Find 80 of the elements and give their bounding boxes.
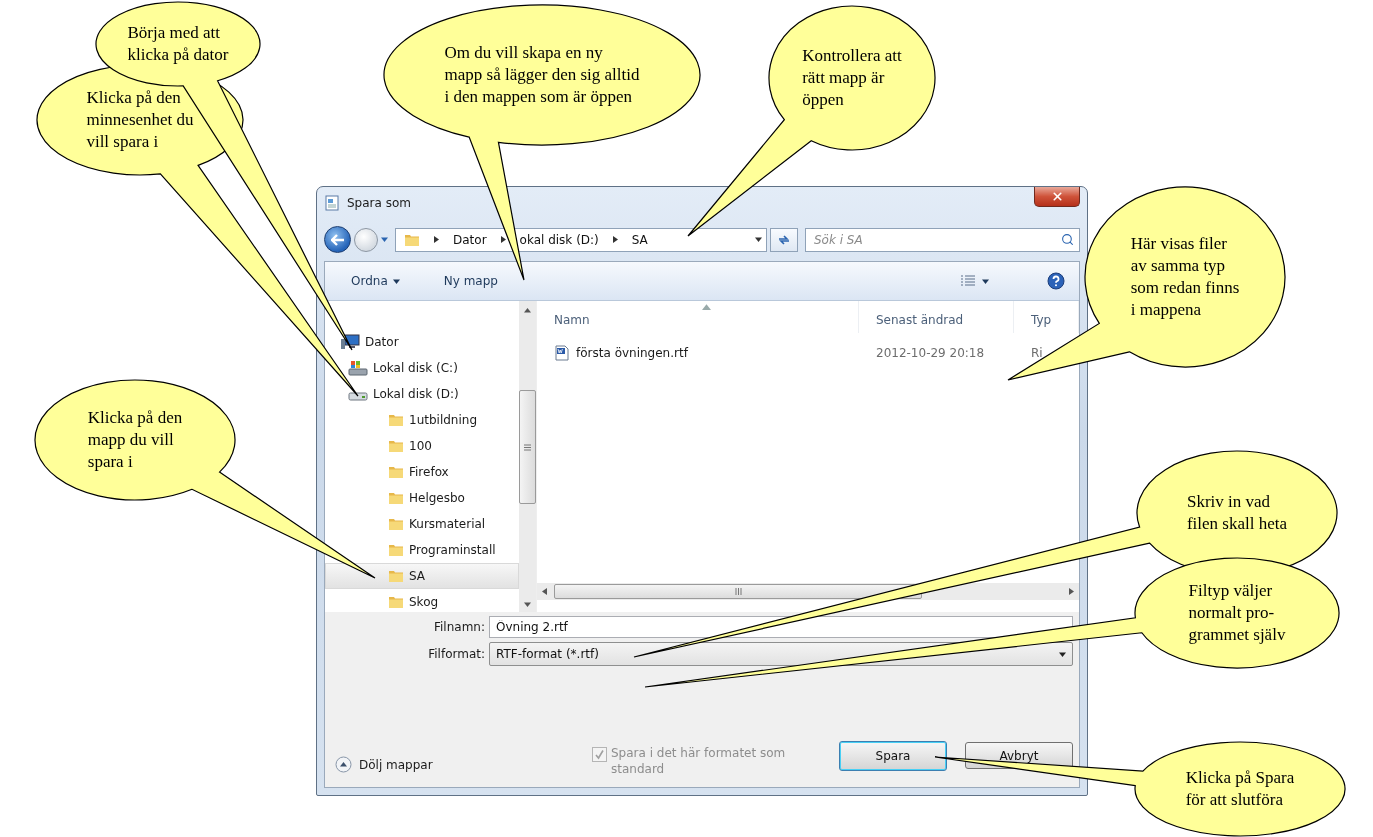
sidebar-item[interactable]: SA — [325, 563, 519, 589]
grip-icon — [734, 588, 742, 595]
callout-text: Klicka på den mapp du vill spara i — [87, 407, 183, 473]
column-header[interactable]: Senast ändrad — [859, 301, 1014, 333]
list-view-icon — [960, 275, 976, 287]
folder-icon — [388, 464, 404, 480]
save-button[interactable]: Spara — [839, 741, 947, 771]
grip-icon — [524, 443, 531, 451]
organize-button[interactable]: Ordna — [351, 274, 400, 288]
filename-field[interactable]: Övning 2.rtf — [489, 616, 1073, 638]
sidebar-item[interactable]: Lokal disk (D:) — [325, 381, 519, 407]
scrollbar[interactable] — [537, 583, 1079, 600]
breadcrumb-item[interactable]: okal disk (D:) — [519, 232, 599, 247]
sidebar-item[interactable]: 100 — [325, 433, 519, 459]
view-menu-button[interactable] — [960, 275, 989, 287]
app-icon — [324, 194, 340, 211]
sort-caret-icon — [701, 303, 711, 312]
drive-icon — [348, 360, 368, 376]
search-field[interactable]: Sök i SA — [805, 227, 1080, 252]
dropdown-caret-icon — [1059, 650, 1066, 658]
breadcrumb-arrow-icon — [611, 236, 619, 243]
column-header[interactable]: Typ — [1014, 301, 1079, 333]
sidebar-item[interactable]: Programinstall — [325, 537, 519, 563]
sidebar-item[interactable]: 1utbildning — [325, 407, 519, 433]
history-caret-icon — [381, 236, 388, 243]
callout-text: Klicka på den minnesenhet du vill spara i — [86, 87, 194, 153]
folder-icon — [388, 542, 404, 558]
back-arrow-icon — [330, 233, 345, 246]
collapse-icon — [335, 756, 352, 773]
callout-text: Filtyp väljer normalt pro- grammet själv — [1188, 580, 1286, 646]
breadcrumb-item[interactable]: SA — [631, 232, 648, 247]
callout-text: Om du vill skapa en ny mapp så lägger den sig alltid i den mappen som är öppen — [444, 42, 640, 108]
breadcrumb-arrow-icon — [433, 236, 440, 243]
document-icon — [554, 345, 570, 361]
modified-date: 2012-10-29 20:18 — [875, 346, 986, 360]
field-label: Filformat: — [427, 647, 485, 661]
help-button[interactable] — [1047, 272, 1065, 290]
sidebar-item[interactable]: Skog — [325, 589, 519, 612]
new-folder-button[interactable]: Ny mapp — [443, 274, 498, 288]
search-icon — [1061, 232, 1074, 246]
caret-icon — [982, 277, 989, 285]
field-label: Filnamn: — [433, 620, 485, 634]
close-button[interactable] — [1034, 187, 1080, 207]
help-icon — [1047, 272, 1065, 290]
folder-icon — [388, 594, 404, 610]
breadcrumb-arrow-icon — [499, 236, 507, 243]
sidebar-item[interactable]: Dator — [325, 329, 519, 355]
folder-icon — [388, 568, 404, 584]
sidebar-item[interactable]: Helgesbo — [325, 485, 519, 511]
sidebar-item[interactable]: Firefox — [325, 459, 519, 485]
sidebar-item[interactable]: Kursmaterial — [325, 511, 519, 537]
breadcrumb-item[interactable]: Dator — [453, 232, 487, 247]
sidebar-item[interactable]: Lokal disk (C:) — [325, 355, 519, 381]
callout-text: Klicka på Spara för att slutföra — [1185, 767, 1295, 811]
computer-icon — [340, 334, 360, 350]
column-header[interactable]: Namn — [537, 301, 859, 333]
scroll-up-icon — [524, 307, 531, 314]
callout-text: Kontrollera att rätt mapp är öppen — [802, 45, 902, 111]
folder-icon — [388, 516, 404, 532]
file-type: Ri — [1030, 346, 1044, 360]
callout-text: Börja med att klicka på dator — [127, 22, 229, 66]
caret-icon — [392, 277, 400, 285]
file-name: första övningen.rtf — [537, 345, 859, 361]
refresh-icon — [777, 233, 791, 246]
folder-icon — [388, 412, 404, 428]
address-bar[interactable]: Dator okal disk (D:) SA — [395, 227, 767, 252]
scroll-right-icon — [1068, 588, 1075, 595]
scroll-left-icon — [541, 588, 548, 595]
refresh-button[interactable] — [770, 227, 798, 252]
window-title: Spara som — [347, 195, 411, 210]
close-icon — [1050, 190, 1064, 203]
hide-folders-button[interactable]: Dölj mappar — [335, 756, 433, 777]
back-button[interactable] — [324, 226, 351, 253]
callout-text: Här visas filer av samma typ som redan finns i mappena — [1130, 233, 1240, 321]
scroll-down-icon — [524, 601, 531, 608]
folder-icon — [388, 438, 404, 454]
checkbox-label: Spara i det här formatet som standard — [611, 745, 787, 777]
callout-text: Skriv in vad filen skall heta — [1186, 491, 1288, 535]
scrollbar[interactable] — [519, 301, 536, 612]
folder-icon — [388, 490, 404, 506]
